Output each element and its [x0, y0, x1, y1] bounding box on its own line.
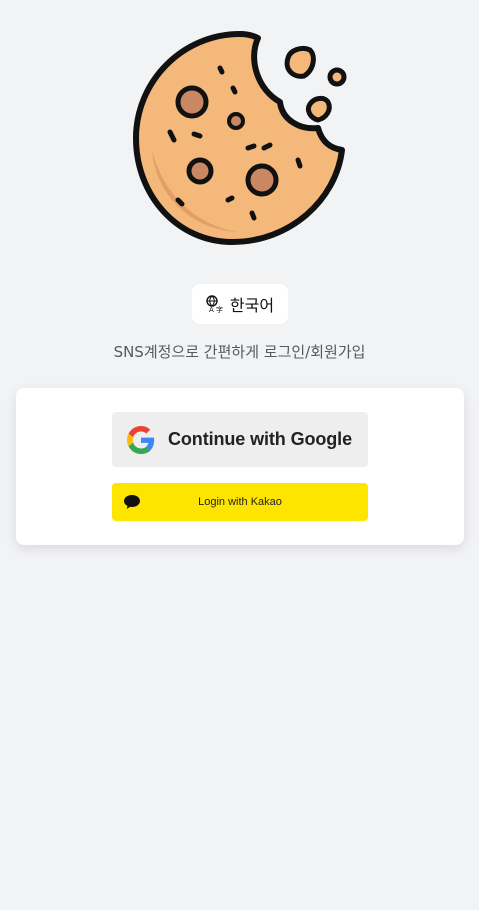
- login-card: Continue with Google Login with Kakao: [16, 388, 464, 545]
- login-subtitle: SNS계정으로 간편하게 로그인/회원가입: [113, 343, 366, 361]
- google-login-button[interactable]: Continue with Google: [112, 412, 368, 467]
- svg-text:字: 字: [216, 305, 223, 313]
- kakao-login-label: Login with Kakao: [198, 496, 282, 508]
- language-label: 한국어: [229, 296, 275, 315]
- kakao-chat-bubble-icon: [124, 495, 140, 509]
- google-login-label: Continue with Google: [168, 429, 352, 449]
- svg-text:A: A: [209, 306, 214, 313]
- kakao-login-button[interactable]: Login with Kakao: [112, 483, 368, 521]
- cookie-logo-icon: [133, 31, 347, 245]
- language-selector-button[interactable]: A 字 한국어: [192, 284, 288, 324]
- translate-icon: A 字: [206, 295, 223, 313]
- google-icon: [127, 425, 155, 454]
